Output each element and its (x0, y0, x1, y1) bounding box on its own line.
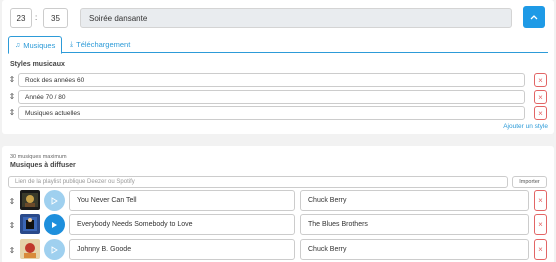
play-icon (51, 196, 58, 205)
delete-style-button[interactable]: × (534, 90, 547, 104)
drag-handle-icon[interactable]: ⇕ (8, 221, 16, 231)
chevron-up-icon (530, 15, 538, 20)
drag-handle-icon[interactable]: ⇕ (8, 75, 16, 85)
close-icon: × (538, 75, 543, 85)
song-artist-input[interactable]: Chuck Berry (300, 239, 529, 260)
event-name-field: Soirée dansante (80, 8, 512, 28)
style-row: ⇕ Musiques actuelles × (8, 106, 548, 120)
download-icon: ⤓ (70, 40, 74, 48)
hour-input[interactable]: 23 (10, 8, 32, 28)
collapse-button[interactable] (523, 6, 545, 28)
close-icon: × (538, 245, 543, 254)
playlist-link-input[interactable]: Lien de la playlist publique Deezer ou S… (8, 176, 508, 188)
album-cover (20, 239, 40, 259)
drag-handle-icon[interactable]: ⇕ (8, 108, 16, 118)
time-separator: : (35, 13, 38, 22)
style-row: ⇕ Année 70 / 80 × (8, 90, 548, 104)
tab-bar: ♫ Musiques ⤓ Téléchargement (8, 36, 548, 54)
close-icon: × (538, 220, 543, 229)
delete-style-button[interactable]: × (534, 106, 547, 120)
close-icon: × (538, 196, 543, 205)
tab-telechargement[interactable]: ⤓ Téléchargement (64, 36, 136, 53)
song-row: ⇕ You Never Can Tell Chuck Berry × (8, 190, 548, 212)
play-button[interactable] (44, 190, 65, 211)
tab-musiques-label: Musiques (23, 40, 56, 50)
close-icon: × (538, 108, 543, 118)
tab-musiques[interactable]: ♫ Musiques (8, 36, 63, 54)
style-row: ⇕ Rock des années 60 × (8, 73, 548, 87)
style-input[interactable]: Année 70 / 80 (18, 90, 525, 104)
song-row: ⇕ Everybody Needs Somebody to Love The B… (8, 214, 548, 236)
song-row: ⇕ Johnny B. Goode Chuck Berry × (8, 239, 548, 261)
album-cover (20, 190, 40, 210)
drag-handle-icon[interactable]: ⇕ (8, 197, 16, 207)
drag-handle-icon[interactable]: ⇕ (8, 246, 16, 256)
album-cover (20, 214, 40, 234)
play-button[interactable] (44, 214, 65, 235)
delete-song-button[interactable]: × (534, 214, 547, 235)
delete-song-button[interactable]: × (534, 190, 547, 211)
song-artist-input[interactable]: The Blues Brothers (300, 214, 529, 235)
music-note-icon: ♫ (15, 41, 21, 49)
add-style-link[interactable]: Ajouter un style (503, 123, 548, 130)
play-icon (52, 221, 57, 228)
play-button[interactable] (44, 239, 65, 260)
song-title-input[interactable]: You Never Can Tell (69, 190, 295, 211)
minute-input[interactable]: 35 (43, 8, 68, 28)
song-title-input[interactable]: Johnny B. Goode (69, 239, 295, 260)
tab-telechargement-label: Téléchargement (76, 40, 131, 49)
import-button[interactable]: Importer (512, 176, 547, 188)
drag-handle-icon[interactable]: ⇕ (8, 92, 16, 102)
max-songs-note: 30 musiques maximum (10, 154, 67, 160)
delete-song-button[interactable]: × (534, 239, 547, 260)
play-icon (51, 245, 58, 254)
music-heading: Musiques à diffuser (10, 162, 76, 169)
style-input[interactable]: Rock des années 60 (18, 73, 525, 87)
song-title-input[interactable]: Everybody Needs Somebody to Love (69, 214, 295, 235)
song-artist-input[interactable]: Chuck Berry (300, 190, 529, 211)
style-input[interactable]: Musiques actuelles (18, 106, 525, 120)
styles-heading: Styles musicaux (10, 61, 65, 68)
delete-style-button[interactable]: × (534, 73, 547, 87)
close-icon: × (538, 92, 543, 102)
